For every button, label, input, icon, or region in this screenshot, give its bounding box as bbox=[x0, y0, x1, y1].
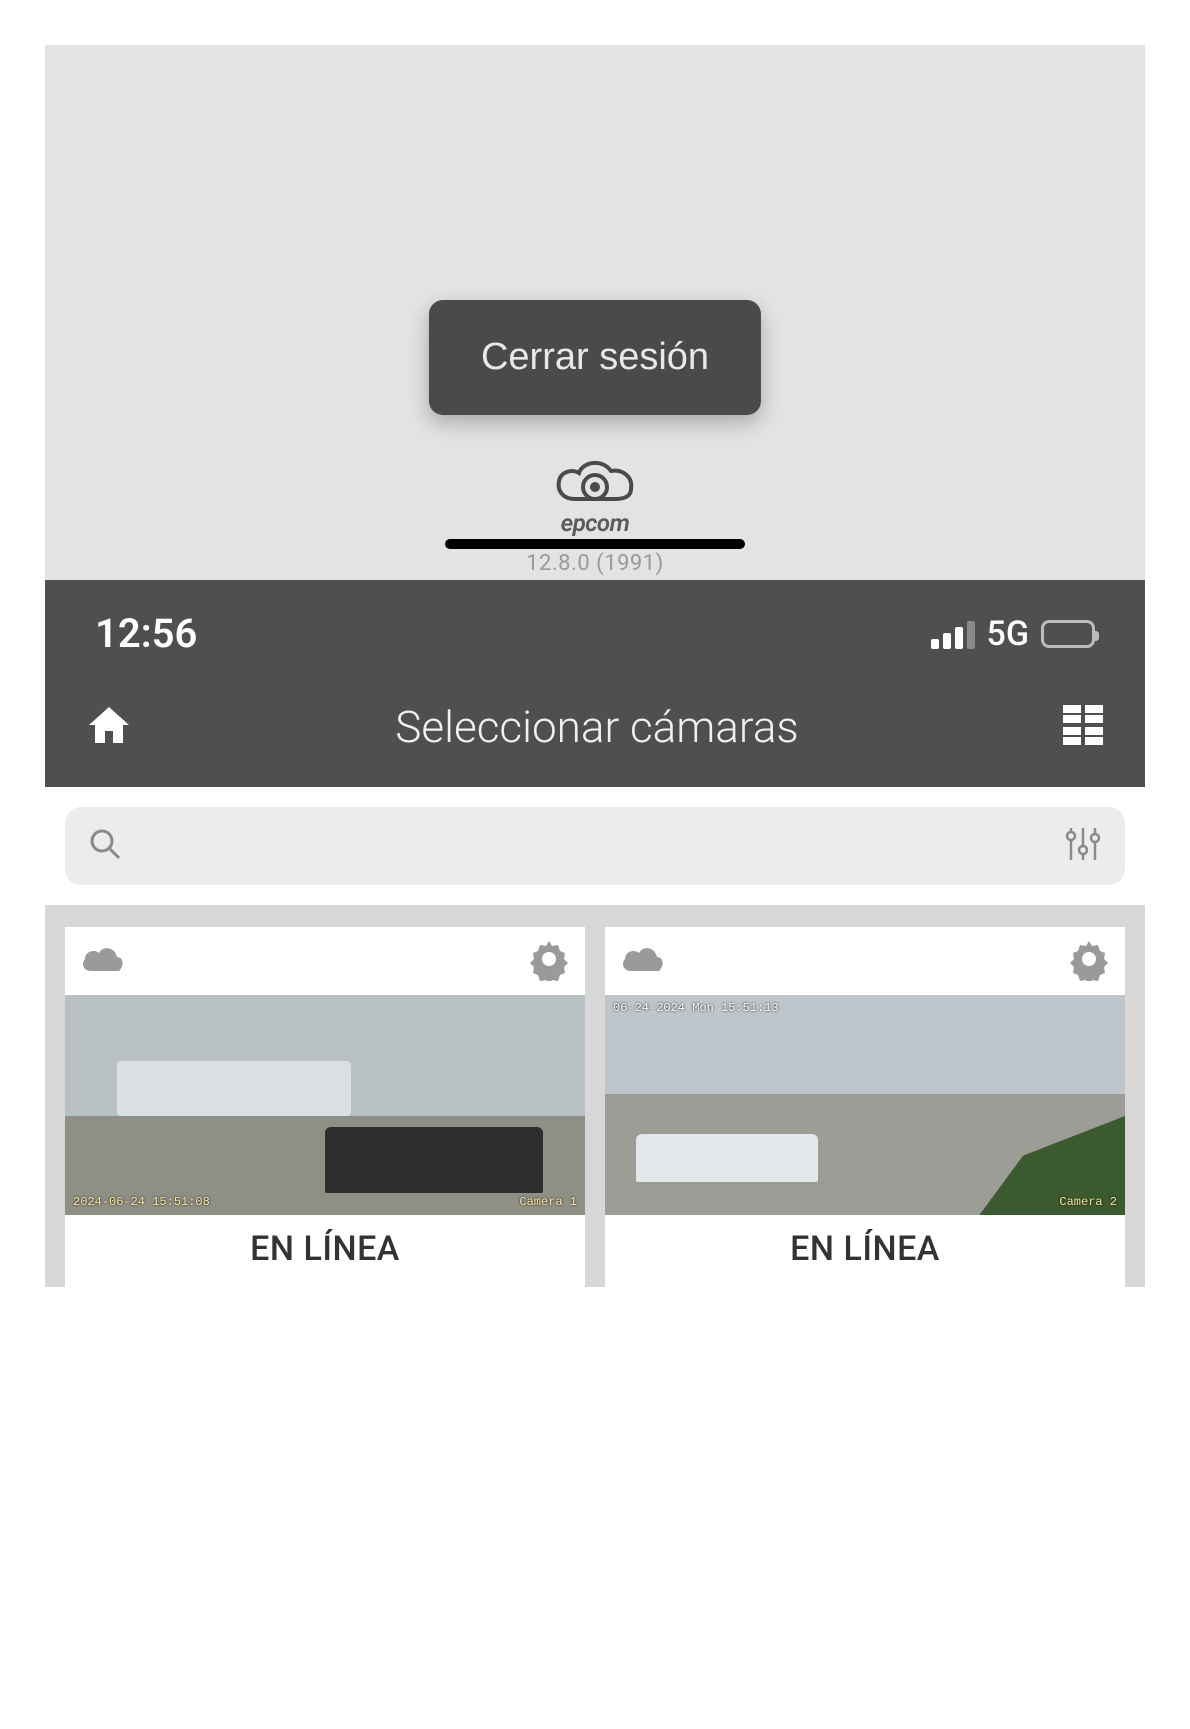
battery-icon bbox=[1041, 620, 1095, 648]
thumbnail-camera-label: Camera 2 bbox=[1059, 1195, 1117, 1209]
cloud-icon bbox=[79, 943, 125, 979]
thumbnail-timestamp: 06-24-2024 Mon 15:51:13 bbox=[613, 1001, 779, 1015]
network-type: 5G bbox=[987, 614, 1029, 654]
status-bar: 12:56 5G bbox=[45, 580, 1145, 677]
camera-card[interactable]: 06-24-2024 Mon 15:51:13 Camera 2 EN LÍNE… bbox=[605, 927, 1125, 1287]
thumbnail-timestamp: 2024-06-24 15:51:08 bbox=[73, 1195, 210, 1209]
status-time: 12:56 bbox=[95, 610, 197, 657]
grid-layout-icon[interactable] bbox=[1061, 703, 1105, 751]
brand-block: epcom 12.8.0 (1991) bbox=[445, 455, 745, 580]
search-input[interactable] bbox=[141, 829, 1045, 863]
settings-backdrop: Cerrar sesión epcom 12.8.0 (1991) bbox=[45, 45, 1145, 580]
search-icon bbox=[87, 826, 123, 866]
gear-icon[interactable] bbox=[527, 937, 571, 985]
camera-card[interactable]: 2024-06-24 15:51:08 Camera 1 EN LÍNEA bbox=[65, 927, 585, 1287]
camera-status: EN LÍNEA bbox=[605, 1215, 1125, 1287]
search-bar[interactable] bbox=[65, 807, 1125, 885]
cloud-icon bbox=[619, 943, 665, 979]
camera-thumbnail[interactable]: 06-24-2024 Mon 15:51:13 Camera 2 bbox=[605, 995, 1125, 1215]
filter-sliders-icon[interactable] bbox=[1063, 824, 1103, 868]
gear-icon[interactable] bbox=[1067, 937, 1111, 985]
page-title: Seleccionar cámaras bbox=[395, 701, 798, 753]
brand-cloud-icon bbox=[553, 455, 637, 511]
camera-grid: 2024-06-24 15:51:08 Camera 1 EN LÍNEA bbox=[45, 905, 1145, 1287]
home-indicator[interactable] bbox=[445, 539, 745, 549]
home-icon[interactable] bbox=[85, 701, 133, 753]
signal-icon bbox=[931, 619, 975, 649]
brand-name: epcom bbox=[561, 509, 630, 537]
logout-button[interactable]: Cerrar sesión bbox=[429, 300, 761, 415]
app-version: 12.8.0 (1991) bbox=[526, 551, 664, 576]
camera-status: EN LÍNEA bbox=[65, 1215, 585, 1287]
camera-thumbnail[interactable]: 2024-06-24 15:51:08 Camera 1 bbox=[65, 995, 585, 1215]
thumbnail-camera-label: Camera 1 bbox=[519, 1195, 577, 1209]
